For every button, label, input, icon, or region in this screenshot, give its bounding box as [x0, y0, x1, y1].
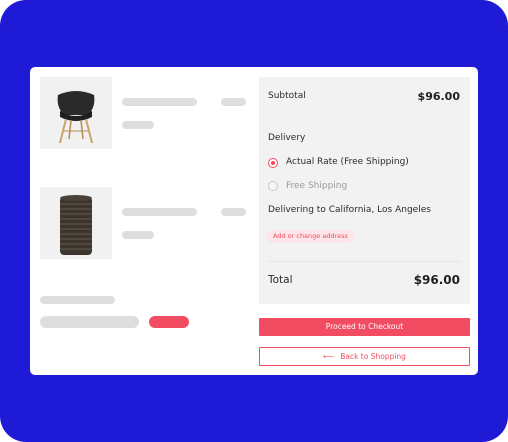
item-meta-placeholder — [122, 231, 154, 239]
item-title-placeholder — [122, 208, 197, 216]
shipping-option-label[interactable]: Actual Rate (Free Shipping) — [286, 157, 409, 167]
item-price-placeholder — [221, 208, 246, 216]
proceed-to-checkout-button[interactable]: Proceed to Checkout — [259, 318, 470, 336]
shipping-option-radio-free[interactable] — [268, 181, 278, 191]
chair-icon — [57, 91, 95, 144]
item-price-placeholder — [221, 98, 246, 106]
back-button-label: Back to Shopping — [340, 352, 406, 361]
subtotal-label: Subtotal — [268, 91, 306, 101]
arrow-left-icon: ⟵ — [323, 352, 334, 361]
coupon-input-placeholder[interactable] — [40, 316, 139, 328]
total-value: $96.00 — [413, 273, 460, 287]
total-label: Total — [268, 274, 293, 286]
checkout-button-label: Proceed to Checkout — [325, 322, 404, 331]
change-address-button[interactable]: Add or change address — [266, 230, 355, 243]
item-title-placeholder — [122, 98, 197, 106]
shipping-option-label[interactable]: Free Shipping — [286, 181, 347, 191]
vase-icon — [60, 195, 92, 255]
back-to-shopping-button[interactable]: ⟵ Back to Shopping — [259, 347, 470, 366]
summary-divider — [268, 261, 461, 262]
product-image-chair[interactable] — [40, 77, 112, 149]
delivery-location: Delivering to California, Los Angeles — [268, 205, 431, 215]
item-meta-placeholder — [122, 121, 154, 129]
shipping-option-radio-actual-rate[interactable] — [268, 158, 278, 168]
delivery-label: Delivery — [268, 133, 306, 143]
subtotal-value: $96.00 — [417, 90, 460, 103]
coupon-label-placeholder — [40, 296, 115, 304]
product-image-vase[interactable] — [40, 187, 112, 259]
coupon-apply-button[interactable] — [149, 316, 189, 328]
